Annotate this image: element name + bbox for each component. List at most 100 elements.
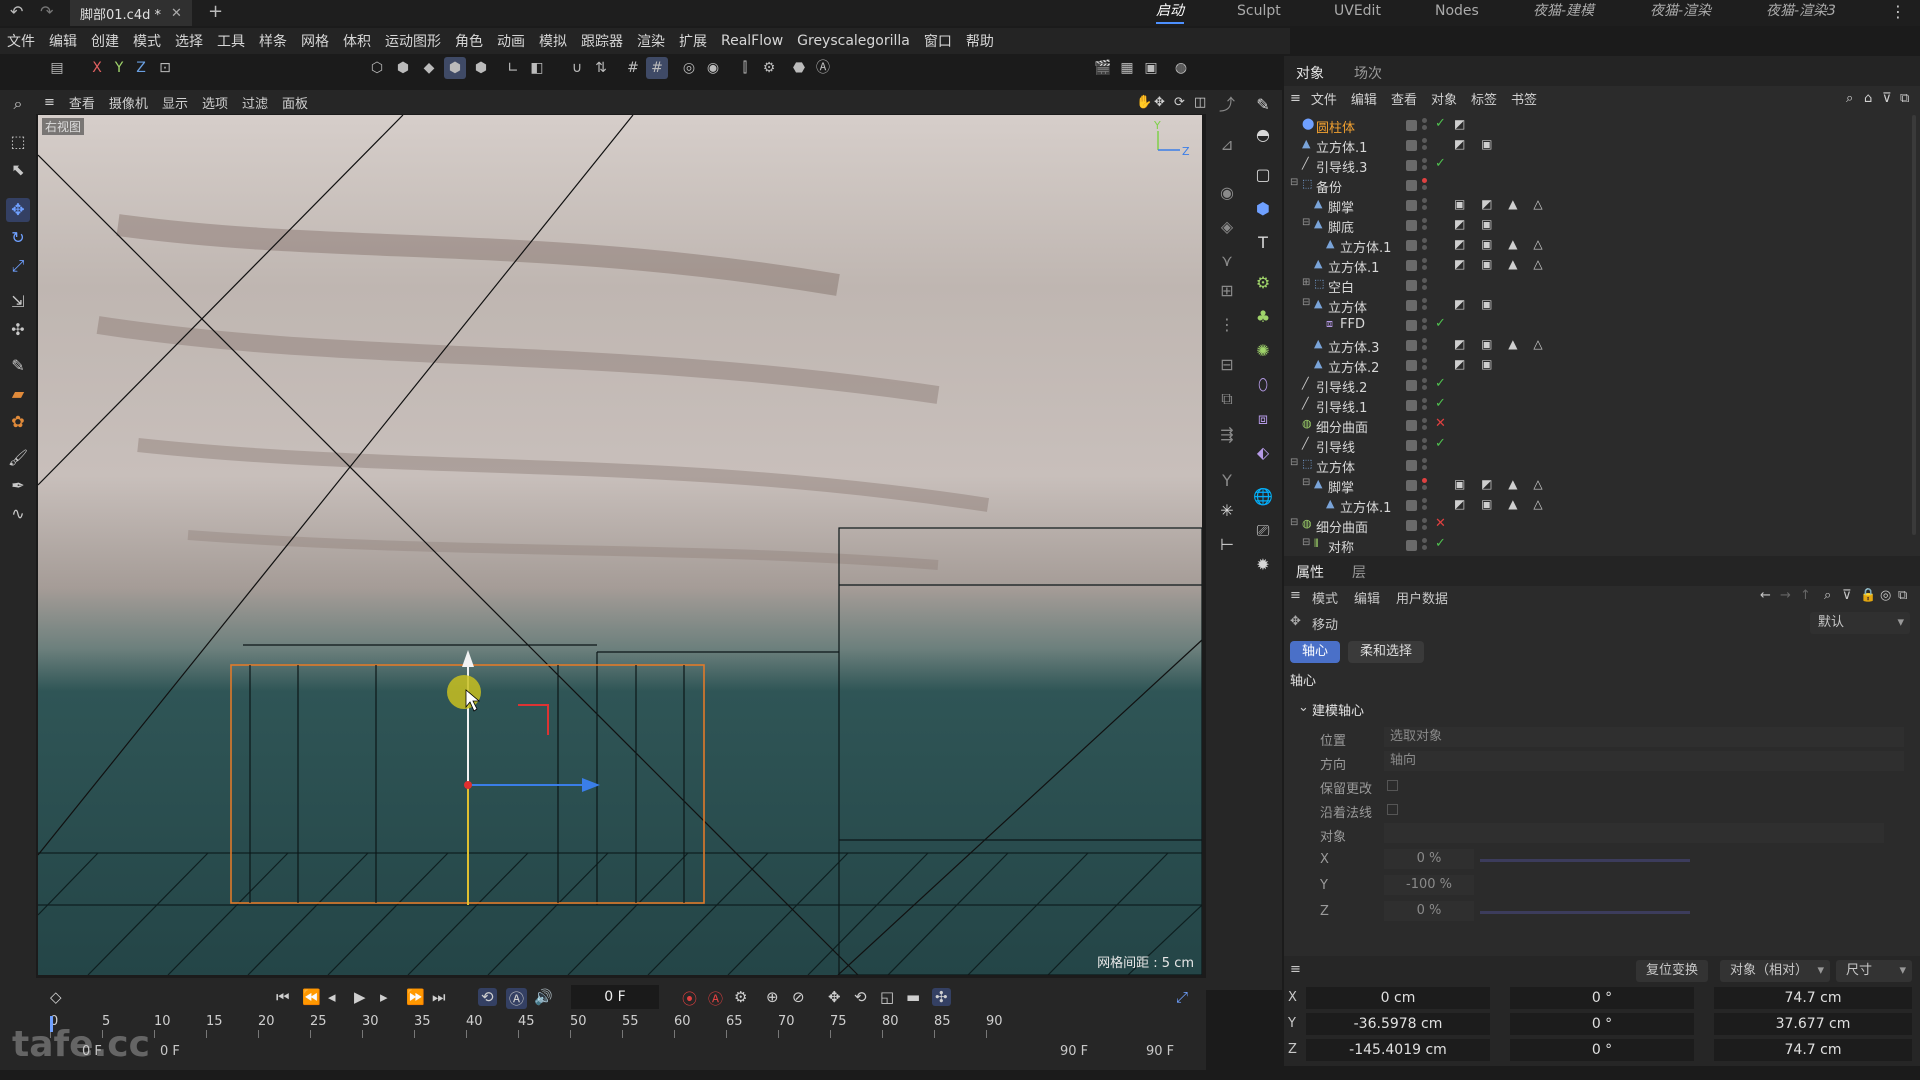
tab-takes[interactable]: 场次 [1354,63,1382,83]
knife-tool-icon[interactable]: ✎ [6,354,30,378]
camera-icon[interactable]: ⎚ [1250,518,1276,544]
environment-icon[interactable]: 🌐 [1250,484,1276,510]
retain-changes-checkbox[interactable] [1387,780,1398,791]
axis-x-toggle[interactable]: X [86,57,108,79]
auto-key-icon[interactable]: Ⓐ [812,57,834,79]
layer-color-swatch[interactable] [1406,540,1417,551]
effector-icon[interactable]: ✺ [1250,338,1276,364]
layer-color-swatch[interactable] [1406,140,1417,151]
expand-toggle-icon[interactable]: ⊟ [1290,177,1298,188]
disabled-cross-icon[interactable]: ✕ [1435,516,1446,531]
menu-mode[interactable]: 模式 [126,31,168,51]
search-icon[interactable]: ⌕ [6,92,30,116]
polygons-mode-icon[interactable]: ◆ [418,57,440,79]
menu-render[interactable]: 渲染 [630,31,672,51]
uv-mode-icon[interactable]: ⬢ [470,57,492,79]
visibility-dots[interactable] [1422,278,1427,292]
object-row[interactable]: ◍ 细分曲面 ✕ [1284,415,1920,436]
layer-color-swatch[interactable] [1406,420,1417,431]
visibility-dots[interactable] [1422,318,1427,332]
object-tags[interactable]: ◩ ▣ [1454,297,1499,311]
layout-tab-uvedit[interactable]: UVEdit [1334,0,1381,24]
expand-toggle-icon[interactable]: ⊟ [1290,457,1298,468]
preview-start-field[interactable]: 0 F [160,1044,180,1059]
object-tags[interactable]: ◩ ▣ ▲ △ [1454,497,1549,511]
attr-menu-mode[interactable]: 模式 [1312,588,1338,607]
menu-animate[interactable]: 动画 [490,31,532,51]
visibility-dots[interactable] [1422,338,1427,352]
visibility-dots[interactable] [1422,518,1427,532]
paint-brush-icon[interactable]: 🖌 [6,446,30,470]
render-picture-icon[interactable]: ▦ [1116,57,1138,79]
viewport-hamburger-icon[interactable]: ≡ [44,95,55,110]
visibility-dots[interactable] [1422,478,1427,492]
enabled-check-icon[interactable]: ✓ [1435,436,1446,451]
layer-color-swatch[interactable] [1406,340,1417,351]
layout-tab-yemao-render[interactable]: 夜猫-渲染 [1650,0,1711,24]
attr-menu-edit[interactable]: 编辑 [1354,588,1380,607]
layer-color-swatch[interactable] [1406,160,1417,171]
obj-menu-view[interactable]: 查看 [1391,89,1417,108]
object-row[interactable]: ╱ 引导线 ✓ [1284,435,1920,456]
deformer-icon[interactable]: Y [1214,468,1240,494]
layer-color-swatch[interactable] [1406,240,1417,251]
text-icon[interactable]: T [1250,230,1276,256]
size-y-input[interactable]: 37.677 cm [1714,1013,1912,1035]
position-x-input[interactable]: 0 cm [1306,987,1490,1009]
enabled-check-icon[interactable]: ✓ [1435,536,1446,551]
object-tags[interactable]: ◩ ▣ [1454,137,1499,151]
menu-extensions[interactable]: 扩展 [672,31,714,51]
toggle-views-icon[interactable]: ◫ [1194,95,1206,110]
enabled-check-icon[interactable]: ✓ [1435,116,1446,131]
cloner-icon[interactable]: ♣ [1250,304,1276,330]
visibility-dots[interactable] [1422,398,1427,412]
disabled-cross-icon[interactable]: ✕ [1435,416,1446,431]
viewport-menu-panel[interactable]: 面板 [282,93,308,112]
object-row[interactable]: ⊟ ⬚ 立方体 [1284,455,1920,476]
rotation-y-input[interactable]: 0 ° [1510,1013,1694,1035]
object-tags[interactable]: ◩ ▣ [1454,217,1499,231]
field-orientation-dropdown[interactable]: 轴向 [1384,751,1904,771]
transform-tool-icon[interactable]: ⇲ [6,290,30,314]
menu-tools[interactable]: 工具 [210,31,252,51]
spline-sketch-icon[interactable]: ⊿ [1214,132,1240,158]
layer-color-swatch[interactable] [1406,260,1417,271]
layer-color-swatch[interactable] [1406,220,1417,231]
rotation-z-input[interactable]: 0 ° [1510,1039,1694,1061]
back-arrow-icon[interactable]: ← [1760,588,1771,603]
enabled-check-icon[interactable]: ✓ [1435,376,1446,391]
axis-x-slider[interactable] [1480,859,1690,862]
expand-toggle-icon[interactable]: ⊟ [1302,477,1310,488]
viewport-right-view[interactable]: Y Z 右视图 网格间距 : 5 cm [38,115,1202,975]
visibility-dots[interactable] [1422,438,1427,452]
rotate-tool-icon[interactable]: ↻ [6,226,30,250]
expand-toggle-icon[interactable]: ⊞ [1302,277,1310,288]
object-row[interactable]: ▲ 立方体.1 ◩ ▣ ▲ △ [1284,235,1920,256]
object-manager-hamburger-icon[interactable]: ≡ [1290,91,1301,106]
visibility-dots[interactable] [1422,418,1427,432]
visibility-dots[interactable] [1422,198,1427,212]
layout-tab-nodes[interactable]: Nodes [1435,0,1479,24]
instance-icon[interactable]: ⧉ [1214,386,1240,412]
deformer-bend-icon[interactable]: ⬯ [1250,372,1276,398]
move-tool-icon[interactable]: ✥ [6,198,30,222]
layer-color-swatch[interactable] [1406,180,1417,191]
object-row[interactable]: ╱ 引导线.2 ✓ [1284,375,1920,396]
loft-icon[interactable]: ◈ [1214,214,1240,240]
more-menu-icon[interactable]: ⋮ [1890,2,1906,21]
plane-icon[interactable]: ▢ [1250,162,1276,188]
preview-end-field[interactable]: 90 F [1060,1044,1088,1059]
layer-color-swatch[interactable] [1406,280,1417,291]
enabled-check-icon[interactable]: ✓ [1435,316,1446,331]
redo-icon[interactable]: ↷ [40,2,53,21]
visibility-dots[interactable] [1422,218,1427,232]
pen-edit-icon[interactable]: ✎ [1250,92,1276,118]
tab-layers[interactable]: 层 [1352,562,1366,582]
object-tags[interactable]: ◩ ▣ [1454,357,1499,371]
size-mode-dropdown[interactable]: 尺寸 ▾ [1836,960,1912,982]
layout-tab-sculpt[interactable]: Sculpt [1237,0,1281,24]
edges-mode-icon[interactable]: ⬢ [392,57,414,79]
coordinate-system-icon[interactable]: ⊡ [154,57,176,79]
attr-menu-userdata[interactable]: 用户数据 [1396,588,1448,607]
rotation-x-input[interactable]: 0 ° [1510,987,1694,1009]
